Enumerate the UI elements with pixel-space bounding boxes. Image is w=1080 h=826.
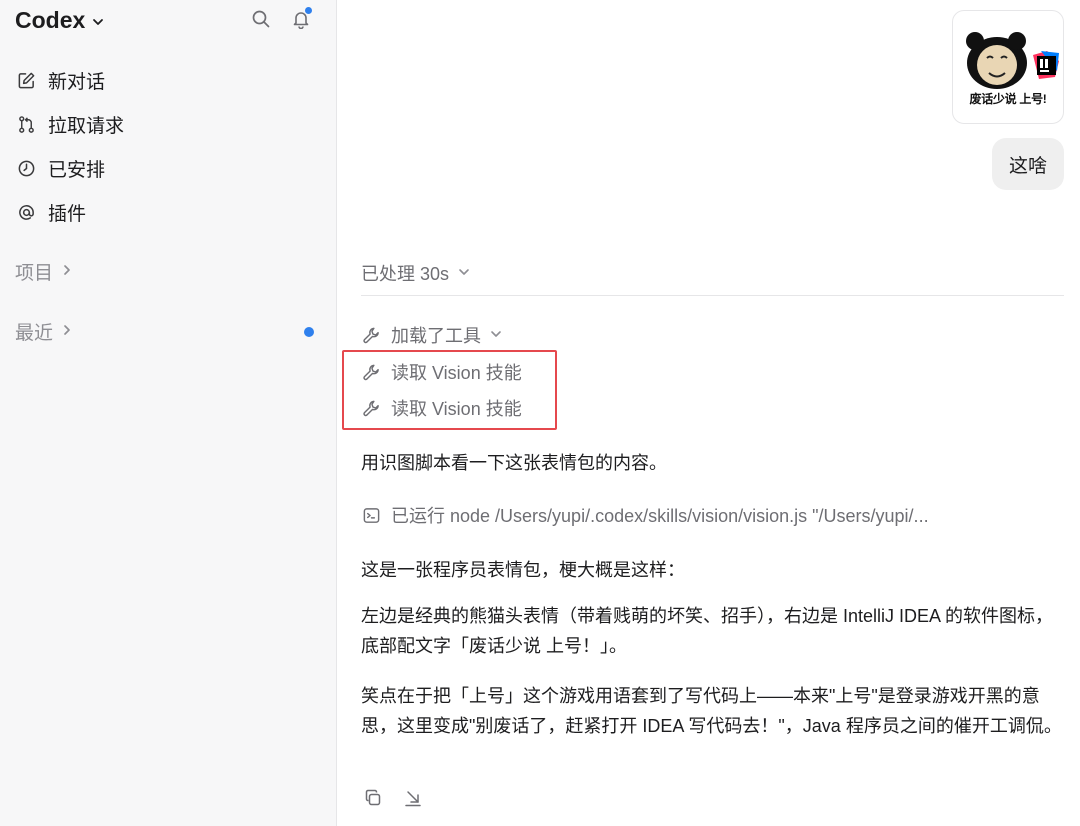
image-attachment[interactable]: 废话少说 上号! [952, 10, 1064, 124]
sidebar-item-plugins[interactable]: 插件 [0, 190, 336, 234]
assistant-paragraph: 笑点在于把「上号」这个游戏用语套到了写代码上——本来"上号"是登录游戏开黑的意思… [361, 686, 1062, 736]
section-recent[interactable]: 最近 [15, 318, 320, 345]
compose-icon [16, 70, 36, 90]
tool-call-row[interactable]: 读取 Vision 技能 [361, 395, 522, 421]
user-message-text: 这啥 [1008, 155, 1047, 177]
tools-loaded-toggle[interactable]: 加载了工具 [361, 322, 503, 348]
processed-label: 已处理 30s [361, 264, 450, 284]
chevron-down-icon [489, 325, 503, 346]
wrench-icon [361, 398, 381, 418]
assistant-paragraph: 用识图脚本看一下这张表情包的内容。 [361, 453, 667, 473]
tool-call-row[interactable]: 读取 Vision 技能 [361, 359, 522, 385]
pull-request-icon [16, 114, 36, 134]
command-run-row[interactable]: 已运行 node /Users/yupi/.codex/skills/visio… [361, 502, 1061, 528]
sidebar-item-pull-requests[interactable]: 拉取请求 [0, 102, 336, 146]
processed-toggle[interactable]: 已处理 30s [361, 260, 471, 286]
tool-call-label: 读取 Vision 技能 [391, 399, 522, 419]
assistant-paragraph: 左边是经典的熊猫头表情（带着贱萌的坏笑、招手），右边是 IntelliJ IDE… [361, 606, 1054, 656]
sidebar-item-label: 插件 [48, 203, 87, 225]
search-icon[interactable] [250, 8, 272, 30]
assistant-paragraph: 这是一张程序员表情包，梗大概是这样： [361, 560, 685, 580]
command-text: 已运行 node /Users/yupi/.codex/skills/visio… [391, 506, 929, 526]
share-icon[interactable] [401, 786, 425, 810]
sidebar-item-new-chat[interactable]: 新对话 [0, 58, 336, 102]
chevron-right-icon [61, 261, 73, 283]
unread-dot [304, 326, 314, 337]
sidebar-item-label: 新对话 [48, 71, 106, 93]
bell-icon[interactable] [290, 7, 312, 30]
chevron-right-icon [61, 321, 73, 343]
wrench-icon [361, 362, 381, 382]
sidebar-item-label: 已安排 [48, 159, 106, 181]
notification-dot [305, 7, 312, 14]
sidebar-item-label: 拉取请求 [48, 115, 125, 137]
meme-caption: 废话少说 上号! [969, 92, 1047, 106]
user-message-bubble: 这啥 [991, 138, 1064, 190]
chevron-down-icon [91, 8, 105, 35]
wrench-icon [361, 325, 381, 345]
brand-title: Codex [15, 7, 86, 33]
message-actions [361, 786, 425, 810]
section-projects[interactable]: 项目 [15, 258, 320, 285]
sidebar: Codex 新对话 拉取请求 已安排 插件 项目 最近 [0, 0, 337, 826]
tool-call-label: 读取 Vision 技能 [391, 363, 522, 383]
section-label: 最近 [15, 323, 54, 344]
sidebar-item-scheduled[interactable]: 已安排 [0, 146, 336, 190]
section-label: 项目 [15, 263, 54, 284]
plugin-icon [16, 202, 36, 222]
chevron-down-icon [457, 263, 471, 284]
copy-icon[interactable] [361, 786, 385, 810]
conversation-pane: 废话少说 上号! 这啥 已处理 30s 加载了工具 读取 Vision 技能 读… [337, 0, 1080, 826]
meme-image [966, 32, 1059, 89]
tools-loaded-label: 加载了工具 [391, 326, 481, 346]
workspace-switcher[interactable]: Codex [15, 6, 105, 35]
sidebar-nav: 新对话 拉取请求 已安排 插件 [0, 58, 336, 234]
divider [361, 295, 1064, 296]
terminal-icon [361, 505, 381, 525]
clock-icon [16, 158, 36, 178]
